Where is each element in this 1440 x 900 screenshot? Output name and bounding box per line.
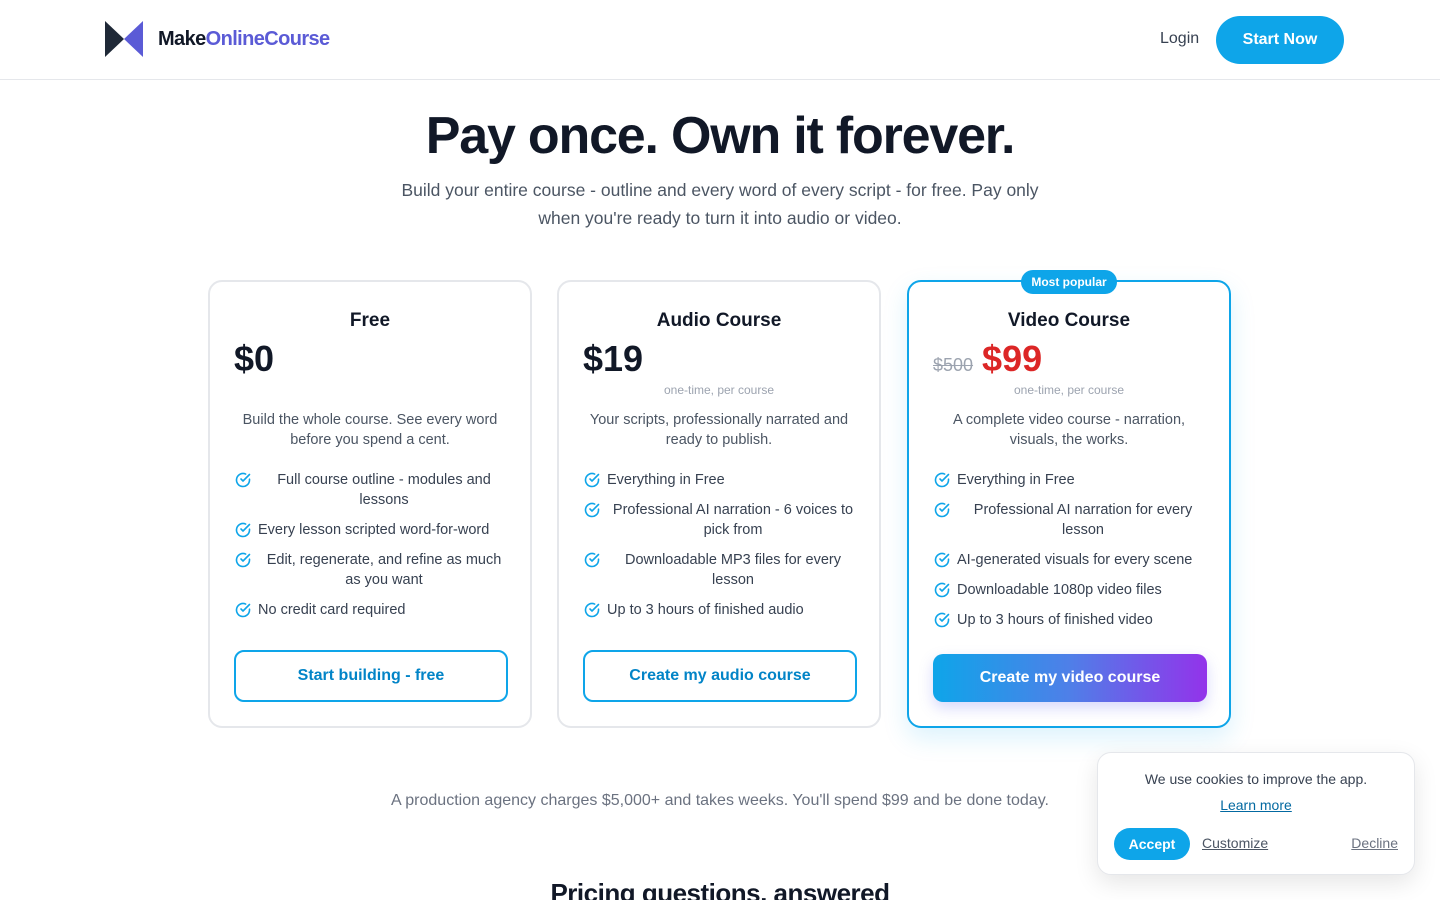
check-circle-icon — [235, 472, 251, 488]
feature-item: Professional AI narration - 6 voices to … — [583, 500, 859, 540]
check-circle-icon — [934, 472, 950, 488]
feature-list: Everything in Free Professional AI narra… — [583, 470, 859, 630]
logo-mark-icon — [105, 21, 143, 57]
plan-period: one-time, per course — [1013, 383, 1125, 397]
feature-text: Every lesson scripted word-for-word — [258, 522, 490, 538]
feature-item: Full course outline - modules and lesson… — [234, 470, 510, 510]
check-circle-icon — [584, 602, 600, 618]
start-now-button[interactable]: Start Now — [1216, 16, 1344, 64]
login-link[interactable]: Login — [1160, 30, 1199, 48]
cookie-decline-link[interactable]: Decline — [1351, 835, 1398, 851]
check-circle-icon — [934, 612, 950, 628]
plan-description: Build the whole course. See every word b… — [242, 412, 498, 448]
feature-text: Professional AI narration for every less… — [973, 502, 1193, 538]
feature-text: Up to 3 hours of finished audio — [607, 602, 804, 618]
feature-item: Downloadable 1080p video files — [933, 580, 1209, 600]
feature-text: Everything in Free — [607, 472, 725, 488]
plan-price: $0 — [234, 338, 275, 379]
pricing-card-audio: Audio Course $19 one-time, per course Yo… — [557, 280, 881, 728]
price-row: $0 — [234, 338, 274, 380]
feature-list: Everything in Free Professional AI narra… — [933, 470, 1209, 640]
site-header: MakeOnlineCourse Login Start Now — [0, 0, 1440, 80]
logo-text-onlinecourse: OnlineCourse — [205, 27, 331, 50]
plan-period: one-time, per course — [663, 383, 775, 397]
feature-item: No credit card required — [234, 600, 510, 620]
cookie-accept-button[interactable]: Accept — [1114, 828, 1190, 860]
feature-list: Full course outline - modules and lesson… — [234, 470, 510, 630]
feature-item: Up to 3 hours of finished video — [933, 610, 1209, 630]
plan-price: $99 — [982, 338, 1043, 379]
feature-item: Everything in Free — [933, 470, 1209, 490]
feature-text: Downloadable MP3 files for every lesson — [625, 552, 841, 588]
feature-item: Every lesson scripted word-for-word — [234, 520, 510, 540]
feature-text: No credit card required — [258, 602, 406, 618]
plan-name: Free — [349, 310, 391, 331]
plan-name: Audio Course — [656, 310, 782, 331]
page-title: Pay once. Own it forever. — [425, 107, 1016, 165]
check-circle-icon — [584, 472, 600, 488]
feature-text: Up to 3 hours of finished video — [957, 612, 1153, 628]
feature-item: Downloadable MP3 files for every lesson — [583, 550, 859, 590]
plan-price: $19 — [583, 338, 644, 379]
page-subtitle: Build your entire course - outline and e… — [401, 180, 1039, 228]
plan-description: Your scripts, professionally narrated an… — [589, 412, 849, 448]
logo[interactable]: MakeOnlineCourse — [105, 21, 330, 57]
check-circle-icon — [235, 522, 251, 538]
feature-item: Professional AI narration for every less… — [933, 500, 1209, 540]
plan-name: Video Course — [1007, 310, 1131, 331]
pricing-card-video: Most popular Video Course $500 $99 one-t… — [907, 270, 1231, 728]
feature-text: Downloadable 1080p video files — [957, 582, 1162, 598]
feature-item: Everything in Free — [583, 470, 859, 490]
check-circle-icon — [235, 602, 251, 618]
plan-description: A complete video course - narration, vis… — [952, 412, 1186, 448]
cookie-learn-more-link[interactable]: Learn more — [1098, 797, 1414, 813]
logo-text-make: Make — [158, 27, 206, 50]
check-circle-icon — [235, 552, 251, 568]
feature-item: AI-generated visuals for every scene — [933, 550, 1209, 570]
price-row: $19 — [583, 338, 643, 380]
check-circle-icon — [934, 582, 950, 598]
pricing-card-free: Free $0 Build the whole course. See ever… — [208, 280, 532, 728]
price-row: $500 $99 — [933, 338, 1042, 380]
logo-text: MakeOnlineCourse — [158, 28, 330, 51]
check-circle-icon — [934, 552, 950, 568]
create-video-course-button[interactable]: Create my video course — [933, 654, 1207, 702]
cookie-message: We use cookies to improve the app. — [1144, 771, 1368, 787]
create-audio-course-button[interactable]: Create my audio course — [583, 650, 857, 702]
check-circle-icon — [584, 502, 600, 518]
feature-text: Everything in Free — [957, 472, 1075, 488]
check-circle-icon — [584, 552, 600, 568]
feature-text: Edit, regenerate, and refine as much as … — [266, 552, 502, 588]
most-popular-badge: Most popular — [1021, 270, 1117, 294]
feature-text: Professional AI narration - 6 voices to … — [612, 502, 854, 538]
check-circle-icon — [934, 502, 950, 518]
cookie-customize-link[interactable]: Customize — [1202, 835, 1268, 851]
faq-heading: Pricing questions, answered — [550, 878, 890, 900]
feature-item: Up to 3 hours of finished audio — [583, 600, 859, 620]
feature-text: AI-generated visuals for every scene — [957, 552, 1193, 568]
old-price: $500 — [933, 355, 974, 375]
feature-item: Edit, regenerate, and refine as much as … — [234, 550, 510, 590]
cookie-banner: We use cookies to improve the app. Learn… — [1097, 752, 1415, 875]
feature-text: Full course outline - modules and lesson… — [277, 472, 491, 508]
start-building-free-button[interactable]: Start building - free — [234, 650, 508, 702]
